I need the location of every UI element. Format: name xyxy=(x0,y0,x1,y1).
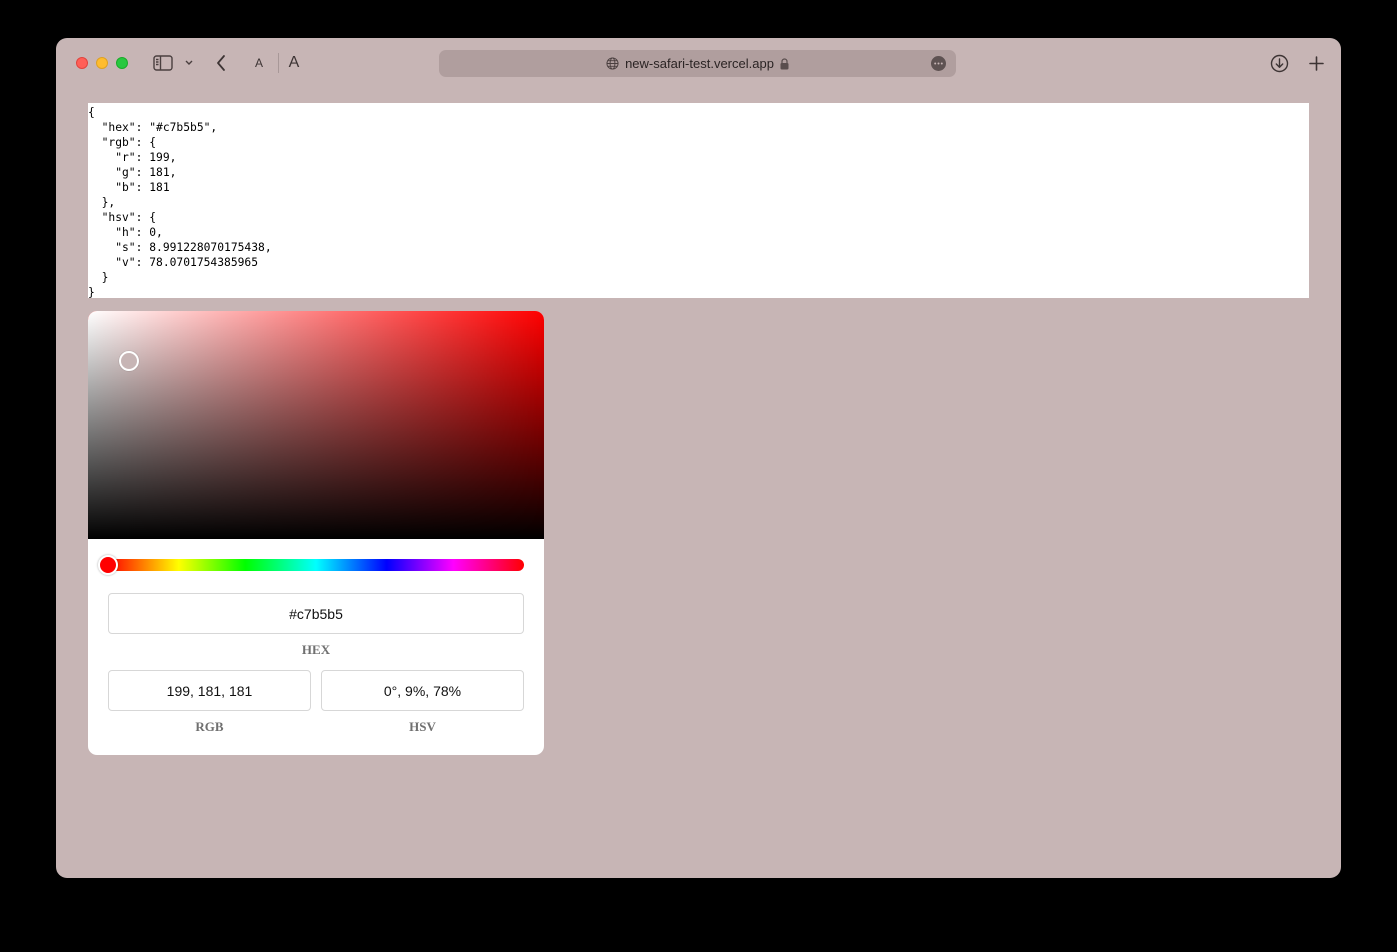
hue-slider[interactable] xyxy=(98,555,524,575)
hex-label: HEX xyxy=(301,642,331,657)
hsv-input-value[interactable] xyxy=(322,681,523,700)
more-icon[interactable] xyxy=(931,56,946,71)
saturation-cursor[interactable] xyxy=(119,351,139,371)
globe-icon xyxy=(606,57,619,70)
saturation-value-area[interactable] xyxy=(88,311,544,539)
back-arrow-icon[interactable] xyxy=(213,53,229,73)
hsv-label: HSV xyxy=(409,719,436,734)
decrease-font-button[interactable]: A xyxy=(252,55,266,71)
close-window-button[interactable] xyxy=(76,57,88,69)
rgb-label: RGB xyxy=(195,719,224,734)
hex-input[interactable] xyxy=(108,593,524,634)
maximize-window-button[interactable] xyxy=(116,57,128,69)
increase-font-button[interactable]: A xyxy=(286,52,302,74)
browser-window: A A new-safari-test.vercel.app {"hex": … xyxy=(56,38,1341,878)
chevron-down-icon[interactable] xyxy=(183,56,195,70)
hue-slider-thumb[interactable] xyxy=(98,555,118,575)
toolbar-divider xyxy=(278,53,279,73)
rgb-input[interactable] xyxy=(108,670,311,711)
download-icon[interactable] xyxy=(1269,53,1289,73)
plus-icon[interactable] xyxy=(1306,53,1326,73)
sidebar-icon[interactable] xyxy=(152,54,174,72)
browser-toolbar: A A new-safari-test.vercel.app xyxy=(56,38,1341,90)
lock-icon xyxy=(780,57,789,70)
hex-input-value[interactable] xyxy=(109,604,523,623)
json-output: { "hex": "#c7b5b5", "rgb": { "r": 199, "… xyxy=(88,103,1309,298)
address-bar[interactable]: new-safari-test.vercel.app xyxy=(439,50,956,77)
hsv-input[interactable] xyxy=(321,670,524,711)
page-content: { "hex": "#c7b5b5", "rgb": { "r": 199, "… xyxy=(56,90,1341,878)
rgb-input-value[interactable] xyxy=(109,681,310,700)
color-picker: HEX RGB HSV xyxy=(88,311,544,755)
minimize-window-button[interactable] xyxy=(96,57,108,69)
url-text: new-safari-test.vercel.app xyxy=(625,56,774,71)
